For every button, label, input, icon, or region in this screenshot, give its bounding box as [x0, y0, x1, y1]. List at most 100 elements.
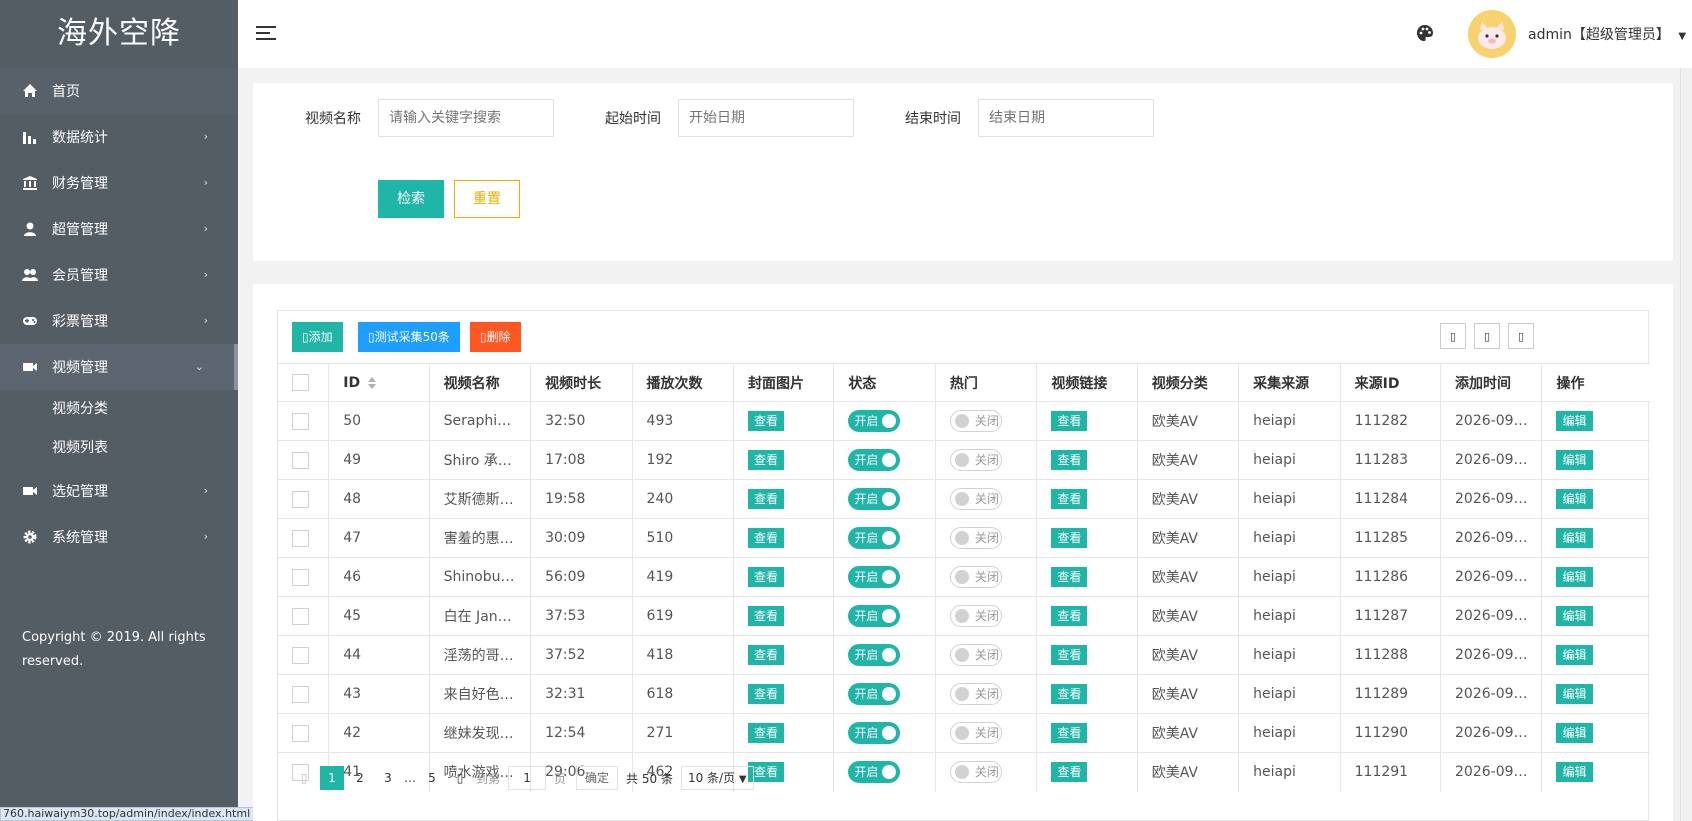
- sidebar-item-finance[interactable]: 财务管理 ›: [0, 160, 238, 206]
- add-button[interactable]: ▯添加: [292, 322, 343, 352]
- menu-toggle-icon[interactable]: [256, 26, 276, 40]
- sidebar-item-members[interactable]: 会员管理 ›: [0, 252, 238, 298]
- page-button[interactable]: 3: [376, 766, 400, 790]
- hot-toggle[interactable]: 关闭: [949, 722, 1002, 744]
- hot-toggle[interactable]: 关闭: [949, 410, 1002, 432]
- sidebar-subitem-video-list[interactable]: 视频列表: [0, 429, 238, 468]
- view-cover-button[interactable]: 查看: [748, 411, 785, 431]
- sidebar-item-video[interactable]: 视频管理 ⌄: [0, 344, 238, 390]
- status-toggle[interactable]: 开启: [848, 527, 901, 549]
- status-toggle[interactable]: 开启: [848, 566, 901, 588]
- cell-source: heiapi: [1238, 752, 1341, 792]
- page-button[interactable]: 1: [320, 766, 344, 790]
- row-checkbox[interactable]: [292, 412, 309, 430]
- edit-button[interactable]: 编辑: [1556, 606, 1593, 626]
- edit-button[interactable]: 编辑: [1556, 684, 1593, 704]
- columns-filter-icon[interactable]: ▯: [1440, 323, 1466, 349]
- view-link-button[interactable]: 查看: [1051, 489, 1088, 509]
- sidebar-item-statistics[interactable]: 数据统计 ›: [0, 114, 238, 160]
- row-checkbox-cell: [278, 557, 329, 597]
- export-icon[interactable]: ▯: [1474, 323, 1500, 349]
- view-link-button[interactable]: 查看: [1051, 762, 1088, 783]
- status-toggle[interactable]: 开启: [848, 410, 901, 432]
- row-checkbox[interactable]: [292, 724, 309, 742]
- status-toggle[interactable]: 开启: [848, 722, 901, 744]
- hot-toggle[interactable]: 关闭: [949, 761, 1002, 784]
- avatar[interactable]: [1468, 10, 1516, 58]
- view-link-button[interactable]: 查看: [1051, 723, 1088, 743]
- status-toggle[interactable]: 开启: [848, 761, 901, 784]
- hot-toggle[interactable]: 关闭: [949, 566, 1002, 588]
- edit-button[interactable]: 编辑: [1556, 723, 1593, 743]
- row-checkbox[interactable]: [292, 451, 309, 469]
- column-header-id[interactable]: ID: [328, 363, 430, 402]
- status-toggle[interactable]: 开启: [848, 488, 901, 510]
- view-cover-button[interactable]: 查看: [748, 450, 785, 470]
- sidebar-item-system[interactable]: 系统管理 ›: [0, 514, 238, 560]
- edit-button[interactable]: 编辑: [1556, 450, 1593, 470]
- row-checkbox[interactable]: [292, 568, 309, 586]
- hot-toggle[interactable]: 关闭: [949, 527, 1002, 549]
- hot-toggle[interactable]: 关闭: [949, 683, 1002, 705]
- row-checkbox[interactable]: [292, 646, 309, 664]
- view-link-button[interactable]: 查看: [1051, 567, 1088, 587]
- view-link-button[interactable]: 查看: [1051, 606, 1088, 626]
- row-checkbox[interactable]: [292, 607, 309, 625]
- edit-button[interactable]: 编辑: [1556, 411, 1593, 431]
- view-cover-button[interactable]: 查看: [748, 723, 785, 743]
- row-checkbox[interactable]: [292, 685, 309, 703]
- view-cover-button[interactable]: 查看: [748, 606, 785, 626]
- view-cover-button[interactable]: 查看: [748, 684, 785, 704]
- hot-toggle[interactable]: 关闭: [949, 488, 1002, 510]
- view-cover-button[interactable]: 查看: [748, 528, 785, 548]
- goto-confirm-button[interactable]: 确定: [576, 766, 619, 790]
- goto-page-input[interactable]: 1: [508, 766, 547, 790]
- status-toggle[interactable]: 开启: [848, 683, 901, 705]
- sidebar-item-home[interactable]: 首页: [0, 68, 238, 114]
- sidebar-subitem-video-category[interactable]: 视频分类: [0, 390, 238, 429]
- end-date-input[interactable]: [978, 99, 1154, 137]
- test-collect-button[interactable]: ▯测试采集50条: [358, 322, 460, 352]
- hot-toggle[interactable]: 关闭: [949, 605, 1002, 627]
- palette-icon[interactable]: [1416, 24, 1434, 42]
- edit-button[interactable]: 编辑: [1556, 528, 1593, 548]
- hot-toggle[interactable]: 关闭: [949, 449, 1002, 471]
- sort-icon[interactable]: [368, 376, 378, 389]
- view-link-button[interactable]: 查看: [1051, 450, 1088, 470]
- sidebar-item-lottery[interactable]: 彩票管理 ›: [0, 298, 238, 344]
- view-link-button[interactable]: 查看: [1051, 528, 1088, 548]
- view-cover-button[interactable]: 查看: [748, 489, 785, 509]
- next-page-icon[interactable]: ▯: [448, 766, 472, 790]
- edit-button[interactable]: 编辑: [1556, 567, 1593, 587]
- row-checkbox[interactable]: [292, 529, 309, 547]
- status-toggle[interactable]: 开启: [848, 644, 901, 666]
- per-page-select[interactable]: 10 条/页 ▼: [680, 766, 754, 790]
- status-toggle[interactable]: 开启: [848, 449, 901, 471]
- prev-page-icon[interactable]: ▯: [292, 766, 316, 790]
- delete-button[interactable]: ▯删除: [470, 322, 521, 352]
- page-button[interactable]: 5: [420, 766, 444, 790]
- view-link-button[interactable]: 查看: [1051, 411, 1088, 431]
- page-scrollbar[interactable]: [1680, 68, 1692, 821]
- sidebar-item-concubine[interactable]: 选妃管理 ›: [0, 468, 238, 514]
- view-cover-button[interactable]: 查看: [748, 567, 785, 587]
- edit-button[interactable]: 编辑: [1556, 489, 1593, 509]
- select-all-checkbox[interactable]: [292, 374, 309, 391]
- reset-button[interactable]: 重置: [454, 180, 520, 218]
- row-checkbox[interactable]: [292, 490, 309, 508]
- edit-button[interactable]: 编辑: [1556, 645, 1593, 665]
- hot-toggle[interactable]: 关闭: [949, 644, 1002, 666]
- status-toggle[interactable]: 开启: [848, 605, 901, 627]
- start-date-input[interactable]: [678, 99, 854, 137]
- view-link-button[interactable]: 查看: [1051, 645, 1088, 665]
- user-menu[interactable]: admin【超级管理员】 ▼: [1528, 24, 1686, 44]
- video-name-input[interactable]: [378, 99, 554, 137]
- view-cover-button[interactable]: 查看: [748, 645, 785, 665]
- cell-video-name: 淫荡的哥…: [428, 635, 531, 675]
- page-button[interactable]: 2: [348, 766, 372, 790]
- sidebar-item-admin[interactable]: 超管管理 ›: [0, 206, 238, 252]
- print-icon[interactable]: ▯: [1508, 323, 1534, 349]
- search-button[interactable]: 检索: [378, 180, 444, 218]
- view-link-button[interactable]: 查看: [1051, 684, 1088, 704]
- edit-button[interactable]: 编辑: [1556, 762, 1593, 783]
